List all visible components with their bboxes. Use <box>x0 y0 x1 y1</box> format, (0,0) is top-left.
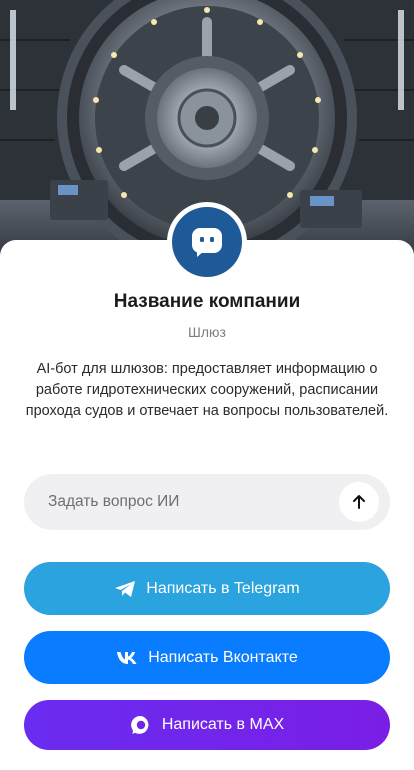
ask-ai-field <box>24 474 390 530</box>
telegram-button-label: Написать в Telegram <box>146 579 300 597</box>
arrow-up-icon <box>353 495 365 509</box>
send-button[interactable] <box>339 482 379 522</box>
telegram-icon <box>114 580 136 598</box>
page: Название компании Шлюз AI-бот для шлюзов… <box>0 0 414 770</box>
vk-icon <box>116 651 138 665</box>
chat-bot-icon <box>192 228 222 257</box>
avatar <box>167 202 247 282</box>
write-telegram-button[interactable]: Написать в Telegram <box>24 562 390 615</box>
avatar-circle <box>172 207 242 277</box>
max-button-label: Написать в MAX <box>161 716 285 733</box>
ask-ai-input[interactable] <box>48 474 338 530</box>
company-description: AI-бот для шлюзов: предоставляет информа… <box>25 361 389 419</box>
company-category: Шлюз <box>188 324 226 340</box>
vk-button-label: Написать Вконтакте <box>148 648 298 666</box>
company-name: Название компании <box>113 291 301 312</box>
write-vk-button[interactable]: Написать Вконтакте <box>24 631 390 684</box>
max-icon <box>130 714 152 736</box>
write-max-button[interactable]: Написать в MAX <box>24 700 390 750</box>
